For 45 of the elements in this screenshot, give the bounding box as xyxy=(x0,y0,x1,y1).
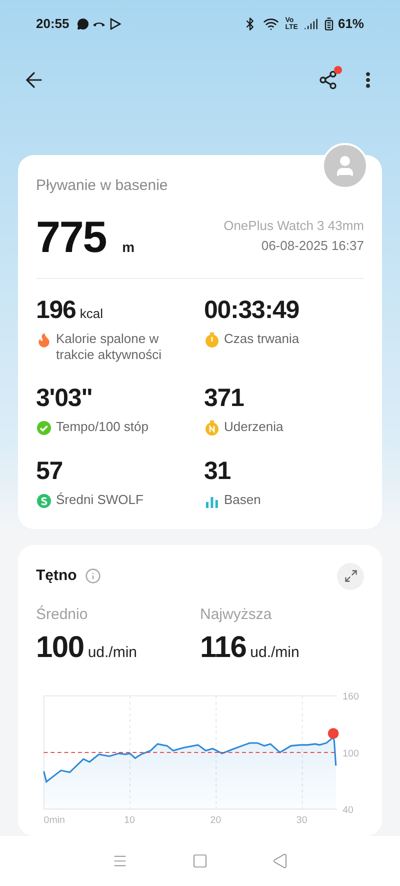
metric-value: 31 xyxy=(204,456,231,486)
stat-label: Średnio xyxy=(36,604,89,624)
metric-unit: kcal xyxy=(80,304,103,322)
metric-value: 196 xyxy=(36,294,76,324)
expand-button[interactable] xyxy=(337,562,364,590)
metric-label: Średni SWOLF xyxy=(56,492,144,508)
y-tick-label: 100 xyxy=(342,748,359,760)
stat-value: 100 xyxy=(36,630,84,666)
max-point xyxy=(328,728,339,739)
missed-call-icon xyxy=(93,22,106,26)
metric-label: Uderzenia xyxy=(224,418,284,434)
status-time: 20:55 xyxy=(36,15,70,34)
x-tick-label: 10 xyxy=(124,814,135,825)
metric-label: Kalorie spalone w trakcie aktywności xyxy=(56,330,162,362)
stat-unit: ud./min xyxy=(88,643,138,663)
distance-unit: m xyxy=(122,238,135,256)
message-icon xyxy=(77,18,90,30)
activity-datetime: 06-08-2025 16:37 xyxy=(261,236,364,254)
x-tick-label: 20 xyxy=(210,814,222,825)
activity-title: Pływanie w basenie xyxy=(36,176,169,196)
metric-value: 00:33:49 xyxy=(204,294,300,324)
signal-icon xyxy=(304,17,318,31)
expand-icon[interactable] xyxy=(344,569,358,583)
metric-value: 3'03" xyxy=(36,382,92,412)
metric-value: 371 xyxy=(204,382,244,412)
back-icon[interactable] xyxy=(272,853,288,869)
y-tick-label: 40 xyxy=(342,804,354,816)
battery-percent: 61% xyxy=(338,15,364,34)
stat-value: 116 xyxy=(200,630,246,666)
section-title: Tętno xyxy=(36,566,77,586)
share-icon[interactable] xyxy=(318,70,338,90)
metric-label: Czas trwania xyxy=(224,330,300,346)
x-tick-label: 30 xyxy=(296,814,308,825)
stat-unit: ud./min xyxy=(250,643,300,663)
device-name: OnePlus Watch 3 43mm xyxy=(224,216,364,234)
wifi-icon xyxy=(263,16,280,32)
metric-label: Basen xyxy=(224,492,261,508)
metric-value: 57 xyxy=(36,456,63,486)
distance-value: 775 xyxy=(36,216,106,260)
y-tick-label: 160 xyxy=(342,692,359,703)
x-tick-label: 0min xyxy=(44,814,65,825)
metric-label: Tempo/100 stóp xyxy=(56,418,149,434)
stat-label: Najwyższa xyxy=(200,604,273,624)
menu-icon[interactable] xyxy=(112,853,128,869)
home-icon[interactable] xyxy=(192,853,208,869)
